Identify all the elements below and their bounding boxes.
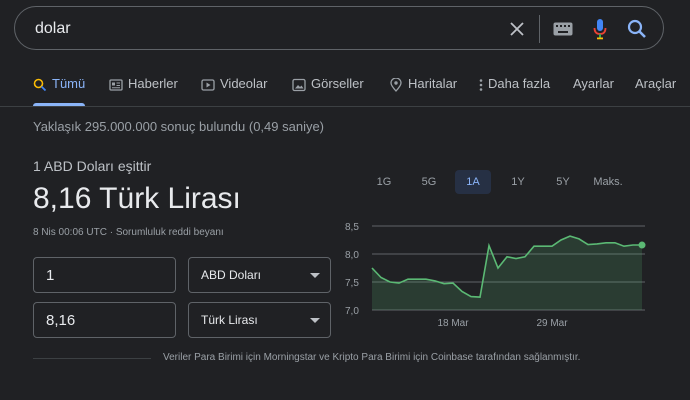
from-amount-field[interactable] bbox=[33, 257, 176, 293]
chevron-down-icon bbox=[310, 273, 320, 278]
tab-images[interactable]: Görseller bbox=[292, 76, 364, 106]
range-5d[interactable]: 5G bbox=[410, 170, 448, 194]
tab-label: Tümü bbox=[52, 76, 86, 91]
to-currency-select[interactable]: Türk Lirası bbox=[188, 302, 331, 338]
range-1m[interactable]: 1A bbox=[455, 170, 491, 194]
news-icon bbox=[109, 78, 123, 92]
tab-label: Videolar bbox=[220, 76, 268, 91]
result-stats: Yaklaşık 295.000.000 sonuç bulundu (0,49… bbox=[33, 119, 325, 134]
tabs-divider bbox=[0, 106, 690, 107]
conversion-result: 8,16 Türk Lirası bbox=[33, 182, 241, 215]
clear-icon[interactable] bbox=[505, 17, 529, 41]
y-tick-label: 7,5 bbox=[345, 278, 359, 289]
from-currency-select[interactable]: ABD Doları bbox=[188, 257, 331, 293]
keyboard-icon[interactable] bbox=[551, 17, 575, 41]
tab-label: Haberler bbox=[128, 76, 178, 91]
disclaimer-link[interactable]: Sorumluluk reddi beyanı bbox=[116, 227, 224, 238]
tab-news[interactable]: Haberler bbox=[109, 76, 178, 106]
data-attribution: Veriler Para Birimi için Morningstar ve … bbox=[163, 352, 581, 363]
search-divider bbox=[539, 15, 540, 43]
search-icon bbox=[33, 78, 47, 92]
range-5y[interactable]: 5Y bbox=[544, 170, 582, 194]
search-bar[interactable] bbox=[14, 6, 664, 50]
tab-tools[interactable]: Araçlar bbox=[635, 76, 676, 106]
from-amount-input[interactable] bbox=[34, 258, 175, 292]
search-tabs: Tümü Haberler Videolar Görseller Harital… bbox=[0, 66, 690, 106]
y-tick-label: 8,5 bbox=[345, 222, 359, 233]
meta-separator: · bbox=[109, 227, 114, 238]
tab-label: Araçlar bbox=[635, 76, 677, 91]
tab-label: Görseller bbox=[311, 76, 364, 91]
tab-label: Haritalar bbox=[408, 76, 458, 91]
microphone-icon[interactable] bbox=[588, 17, 612, 41]
tab-all[interactable]: Tümü bbox=[33, 76, 86, 106]
conversion-meta: 8 Nis 00:06 UTC · Sorumluluk reddi beyan… bbox=[33, 227, 224, 238]
video-icon bbox=[201, 78, 215, 92]
tab-maps[interactable]: Haritalar bbox=[389, 76, 457, 106]
to-currency-value: Türk Lirası bbox=[201, 313, 258, 327]
tab-videos[interactable]: Videolar bbox=[201, 76, 267, 106]
conversion-label: 1 ABD Doları eşittir bbox=[33, 158, 152, 174]
to-amount-input[interactable] bbox=[34, 303, 175, 337]
attribution-divider bbox=[33, 358, 151, 359]
search-icon[interactable] bbox=[625, 17, 649, 41]
conversion-timestamp: 8 Nis 00:06 UTC bbox=[33, 227, 107, 238]
tab-label: Ayarlar bbox=[573, 76, 614, 91]
y-tick-label: 7,0 bbox=[345, 306, 359, 317]
range-1y[interactable]: 1Y bbox=[499, 170, 537, 194]
range-1d[interactable]: 1G bbox=[365, 170, 403, 194]
chevron-down-icon bbox=[310, 318, 320, 323]
last-point-marker bbox=[638, 241, 646, 249]
image-icon bbox=[292, 78, 306, 92]
y-tick-label: 8,0 bbox=[345, 250, 359, 261]
x-tick-label: 18 Mar bbox=[437, 318, 469, 329]
range-selector: 1G 5G 1A 1Y 5Y Maks. bbox=[365, 170, 655, 196]
area-fill bbox=[372, 236, 642, 310]
range-max[interactable]: Maks. bbox=[587, 170, 629, 194]
to-amount-field[interactable] bbox=[33, 302, 176, 338]
map-pin-icon bbox=[389, 77, 403, 92]
x-tick-label: 29 Mar bbox=[536, 318, 568, 329]
from-currency-value: ABD Doları bbox=[201, 268, 262, 282]
search-input[interactable] bbox=[33, 17, 477, 41]
tab-settings[interactable]: Ayarlar bbox=[573, 76, 614, 106]
tab-label: Daha fazla bbox=[488, 76, 551, 91]
exchange-rate-chart[interactable]: 8,5 8,0 7,5 7,0 18 Mar 29 Mar bbox=[340, 212, 660, 337]
tab-more[interactable]: Daha fazla bbox=[478, 76, 550, 106]
more-vertical-icon bbox=[478, 78, 484, 92]
